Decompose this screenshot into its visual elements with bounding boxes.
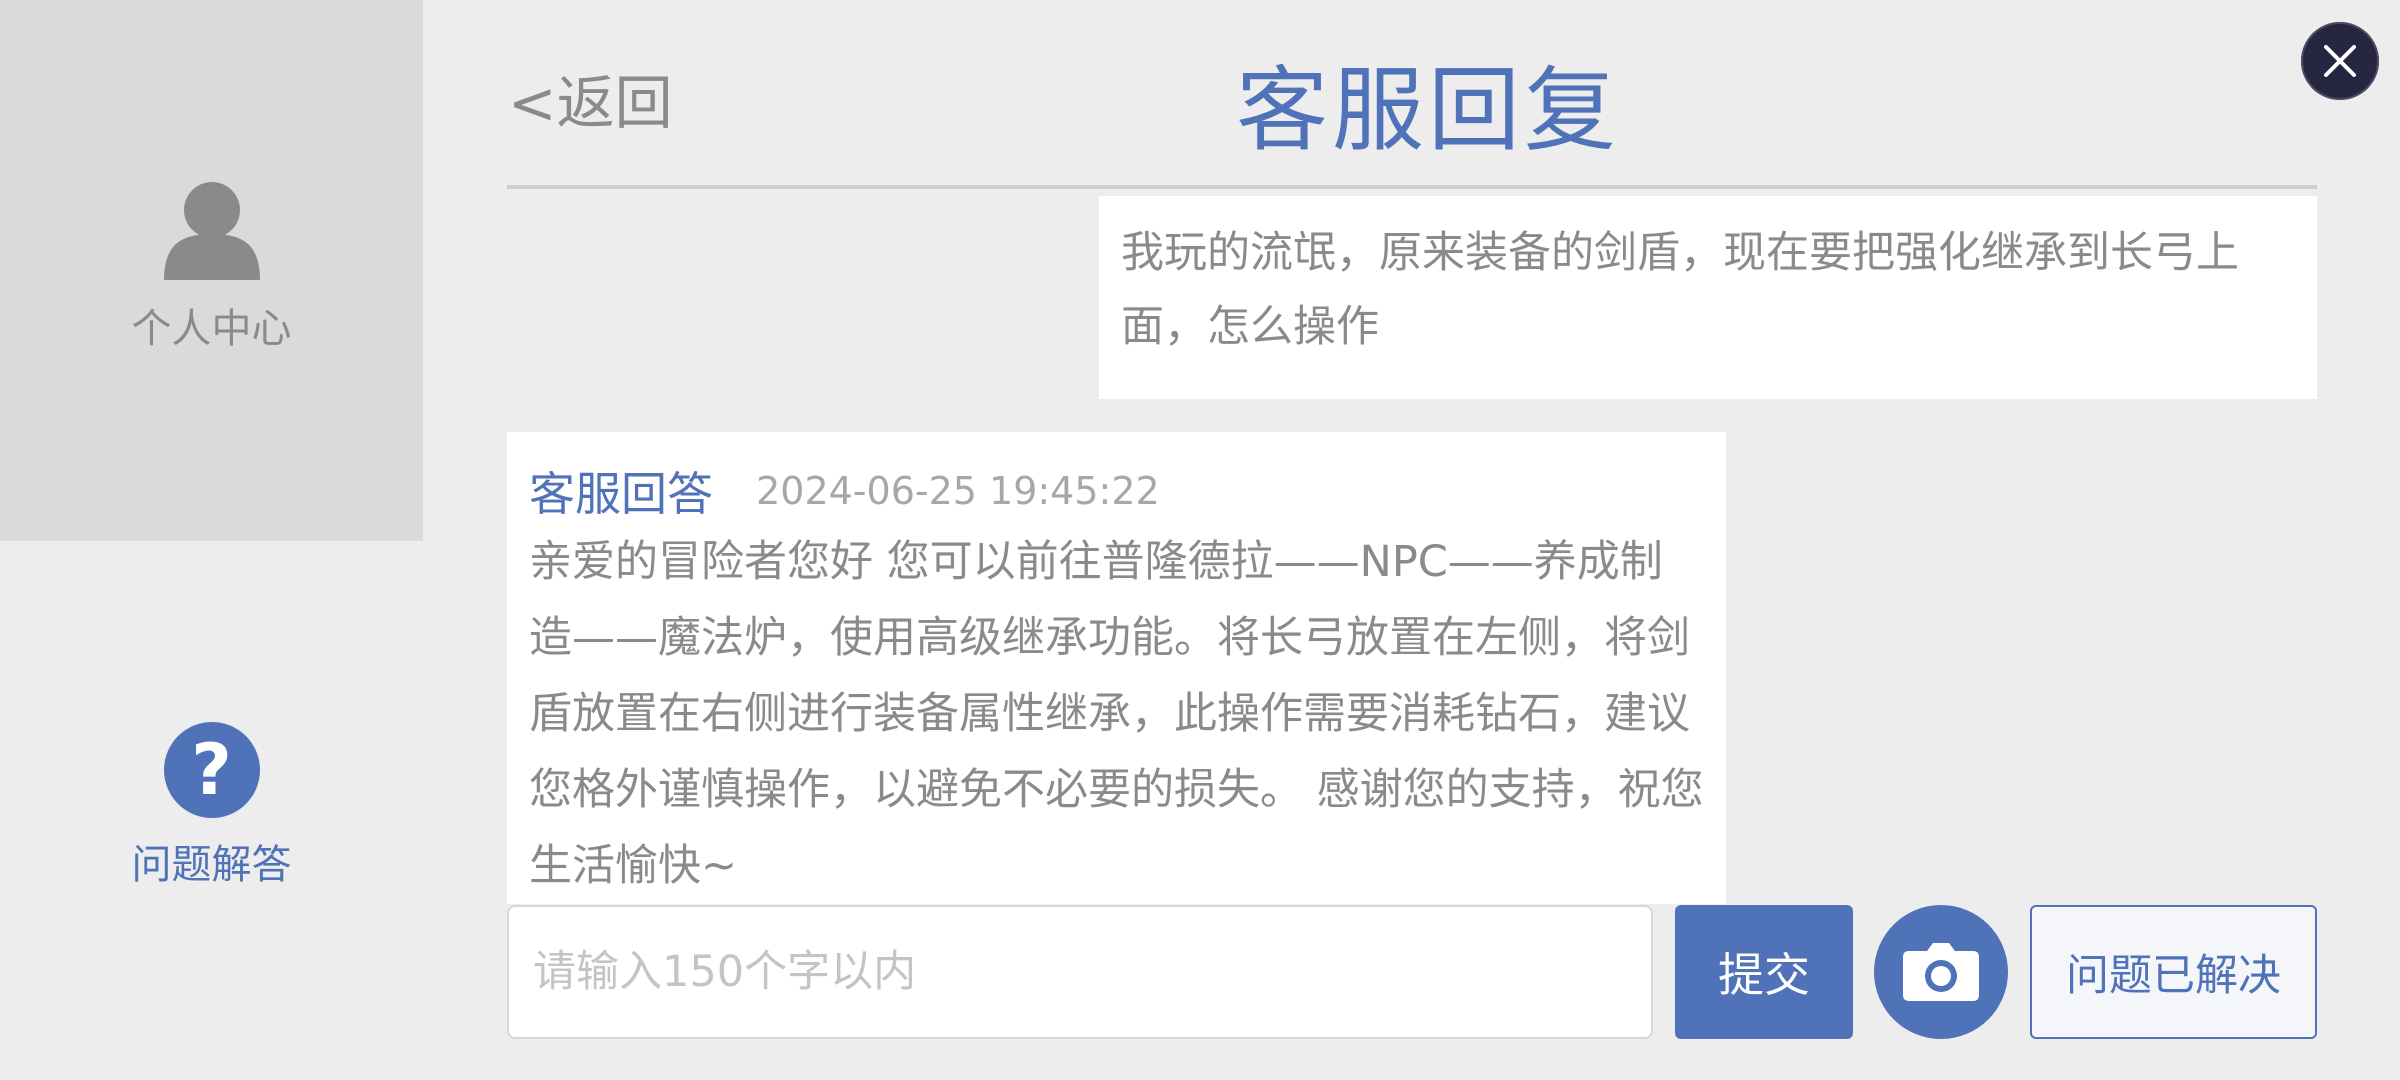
user-message: 我玩的流氓，原来装备的剑盾，现在要把强化继承到长弓上面，怎么操作 (1099, 196, 2317, 399)
message-input[interactable] (507, 905, 1653, 1039)
header-divider (507, 185, 2317, 189)
submit-button[interactable]: 提交 (1675, 905, 1853, 1039)
back-button[interactable]: <返回 (508, 56, 673, 140)
close-button[interactable] (2301, 22, 2379, 100)
user-message-text: 我玩的流氓，原来装备的剑盾，现在要把强化继承到长弓上面，怎么操作 (1121, 228, 2239, 352)
problem-resolved-button[interactable]: 问题已解决 (2030, 905, 2317, 1039)
sidebar-item-label: 个人中心 (131, 306, 292, 352)
camera-icon (1903, 943, 1979, 1001)
sidebar-item-faq[interactable]: ? 问题解答 (0, 722, 423, 890)
sidebar-item-label: 问题解答 (131, 842, 292, 888)
user-icon (163, 182, 260, 284)
support-reply: 客服回答 2024-06-25 19:45:22 亲爱的冒险者您好 您可以前往普… (507, 432, 1726, 904)
question-icon: ? (163, 722, 260, 818)
sidebar-item-personal-center[interactable]: 个人中心 (0, 180, 423, 354)
reply-text: 亲爱的冒险者您好 您可以前往普隆德拉——NPC——养成制造——魔法炉，使用高级继… (529, 537, 1704, 891)
page-title: 客服回复 (1236, 57, 1621, 164)
reply-header: 客服回答 2024-06-25 19:45:22 (529, 458, 1704, 522)
camera-button[interactable] (1874, 905, 2008, 1039)
reply-author: 客服回答 (529, 467, 713, 521)
close-icon (2324, 45, 2356, 77)
reply-timestamp: 2024-06-25 19:45:22 (756, 469, 1160, 513)
